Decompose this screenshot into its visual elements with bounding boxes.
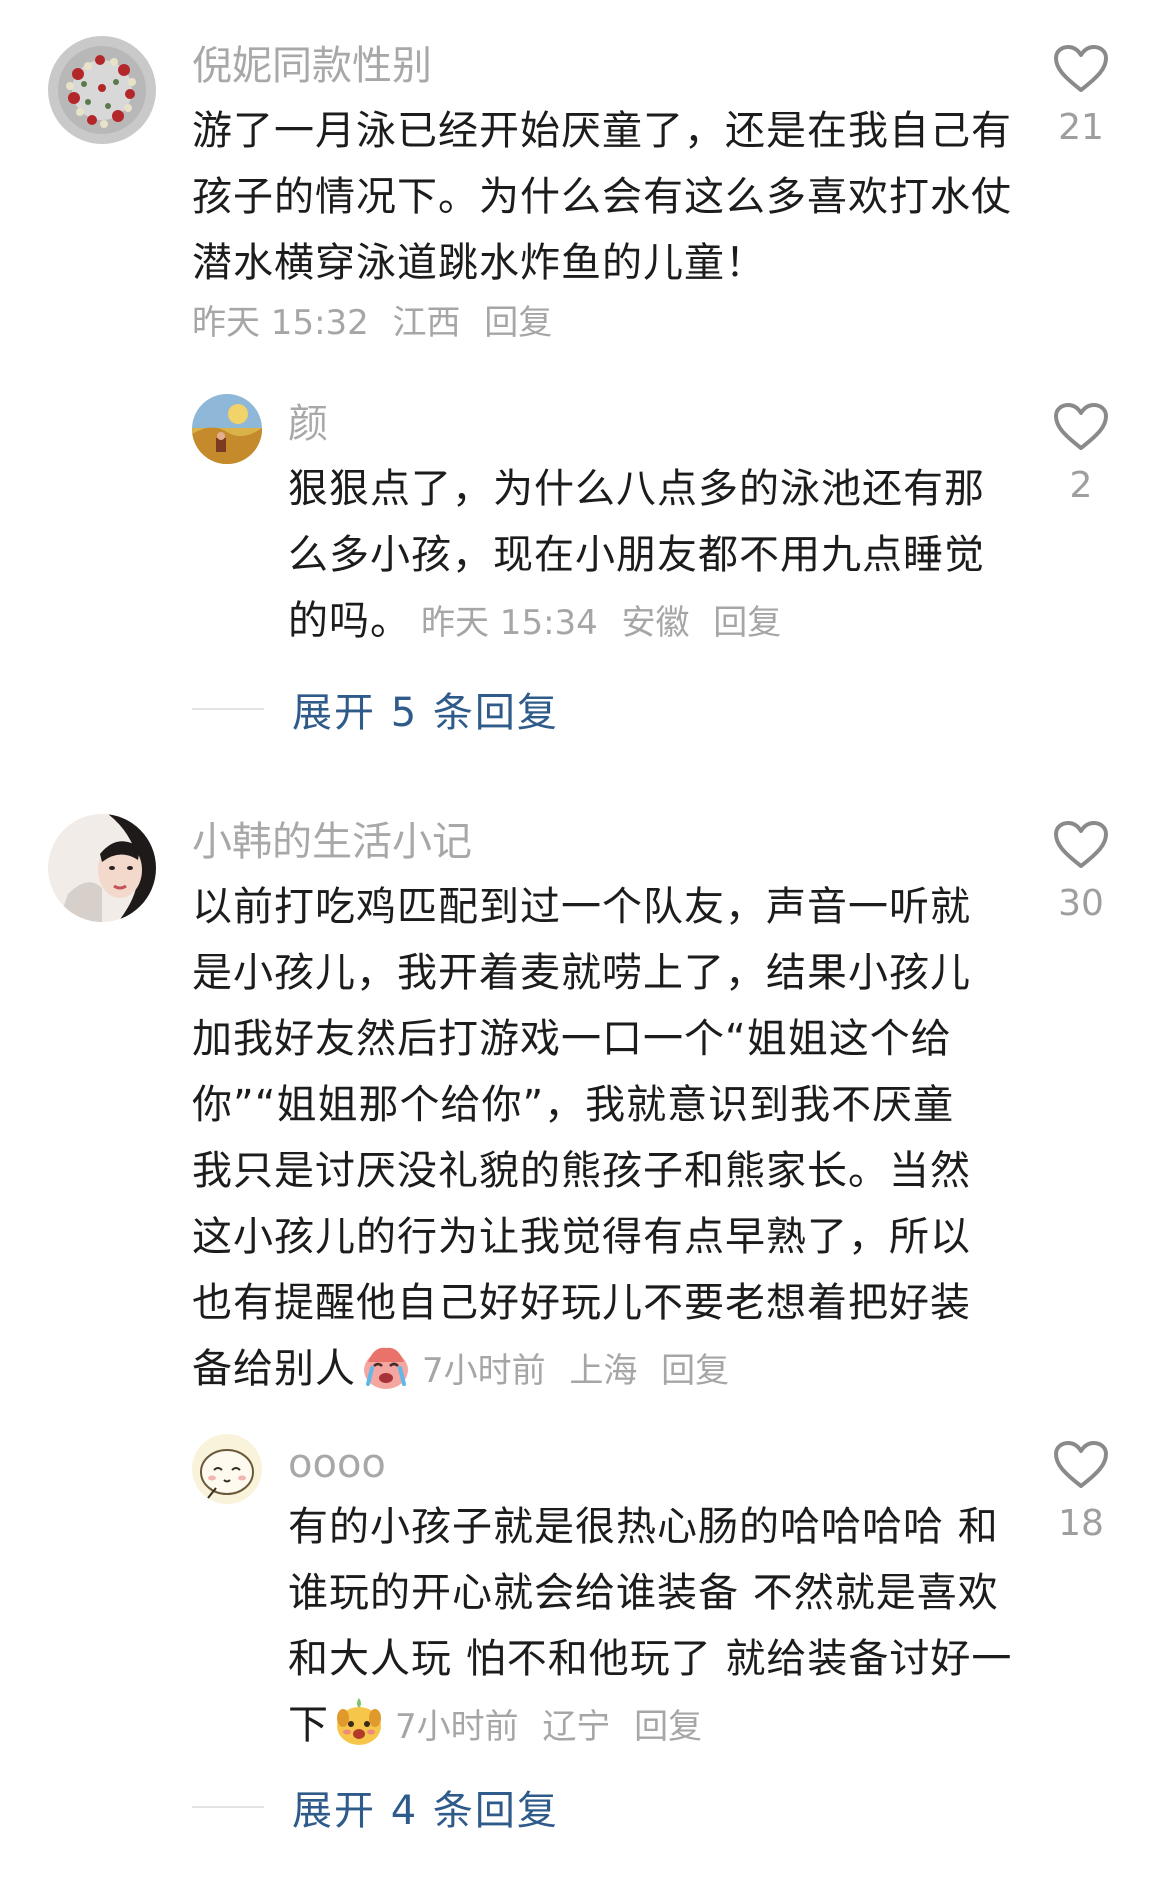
comment-location: 江西 bbox=[392, 303, 461, 343]
heart-icon bbox=[1054, 403, 1108, 450]
like-button[interactable]: 2 bbox=[1036, 402, 1126, 506]
flower-wreath-avatar[interactable] bbox=[48, 36, 156, 144]
comment-author[interactable]: 小韩的生活小记 bbox=[192, 816, 472, 868]
comment-meta-row: 昨天 15:32 江西 回复 bbox=[182, 296, 1002, 348]
like-button[interactable]: 18 bbox=[1036, 1440, 1126, 1544]
heart-icon bbox=[1054, 821, 1108, 868]
comment-text: 以前打吃鸡匹配到过一个队友，声音一听就是小孩儿，我开着麦就唠上了，结果小孩儿加我… bbox=[192, 874, 994, 1404]
reply-location: 辽宁 bbox=[542, 1707, 611, 1747]
expand-replies[interactable]: 展开 5 条回复 bbox=[192, 680, 559, 738]
like-button[interactable]: 21 bbox=[1036, 44, 1126, 148]
like-count: 2 bbox=[1069, 465, 1093, 506]
cartoon-face-avatar[interactable] bbox=[192, 1434, 262, 1504]
like-count: 21 bbox=[1058, 107, 1104, 148]
comment-content: 游了一月泳已经开始厌童了，还是在我自己有孩子的情况下。为什么会有这么多喜欢打水仗… bbox=[192, 108, 1012, 286]
expand-replies-label[interactable]: 展开 5 条回复 bbox=[292, 680, 559, 738]
divider-line bbox=[192, 708, 264, 710]
heart-icon bbox=[1054, 45, 1108, 92]
woman-portrait-avatar[interactable] bbox=[48, 814, 156, 922]
reply-button[interactable]: 回复 bbox=[484, 303, 552, 343]
comment-time: 7小时前 bbox=[422, 1351, 546, 1391]
comment-text: 游了一月泳已经开始厌童了，还是在我自己有孩子的情况下。为什么会有这么多喜欢打水仗… bbox=[192, 98, 1012, 296]
reply-button[interactable]: 回复 bbox=[713, 603, 781, 643]
comment-content: 以前打吃鸡匹配到过一个队友，声音一听就是小孩儿，我开着麦就唠上了，结果小孩儿加我… bbox=[192, 884, 971, 1392]
reply-author[interactable]: 颜 bbox=[288, 398, 328, 450]
comment-author[interactable]: 倪妮同款性别 bbox=[192, 40, 432, 92]
expand-replies-label[interactable]: 展开 4 条回复 bbox=[292, 1778, 559, 1836]
like-button[interactable]: 30 bbox=[1036, 820, 1126, 924]
reply-button[interactable]: 回复 bbox=[661, 1351, 729, 1391]
reply-text: 有的小孩子就是很热心肠的哈哈哈哈 和谁玩的开心就会给谁装备 不然就是喜欢和大人玩… bbox=[288, 1494, 1016, 1760]
like-count: 18 bbox=[1058, 1503, 1104, 1544]
painting-landscape-avatar[interactable] bbox=[192, 394, 262, 464]
reply-author[interactable]: oooo bbox=[288, 1438, 386, 1490]
expand-replies[interactable]: 展开 4 条回复 bbox=[192, 1778, 559, 1836]
reply-text: 狠狠点了，为什么八点多的泳池还有那么多小孩，现在小朋友都不用九点睡觉的吗。 昨天 … bbox=[288, 456, 1008, 656]
crying-face-emoji bbox=[360, 1340, 412, 1392]
heart-icon bbox=[1054, 1441, 1108, 1488]
reply-button[interactable]: 回复 bbox=[634, 1707, 702, 1747]
like-count: 30 bbox=[1058, 883, 1104, 924]
reply-time: 7小时前 bbox=[395, 1707, 519, 1747]
divider-line bbox=[192, 1806, 264, 1808]
reply-time: 昨天 15:34 bbox=[421, 603, 598, 643]
comment-time: 昨天 15:32 bbox=[192, 303, 369, 343]
cute-dog-emoji bbox=[333, 1696, 385, 1748]
comment-location: 上海 bbox=[569, 1351, 638, 1391]
reply-location: 安徽 bbox=[621, 603, 690, 643]
